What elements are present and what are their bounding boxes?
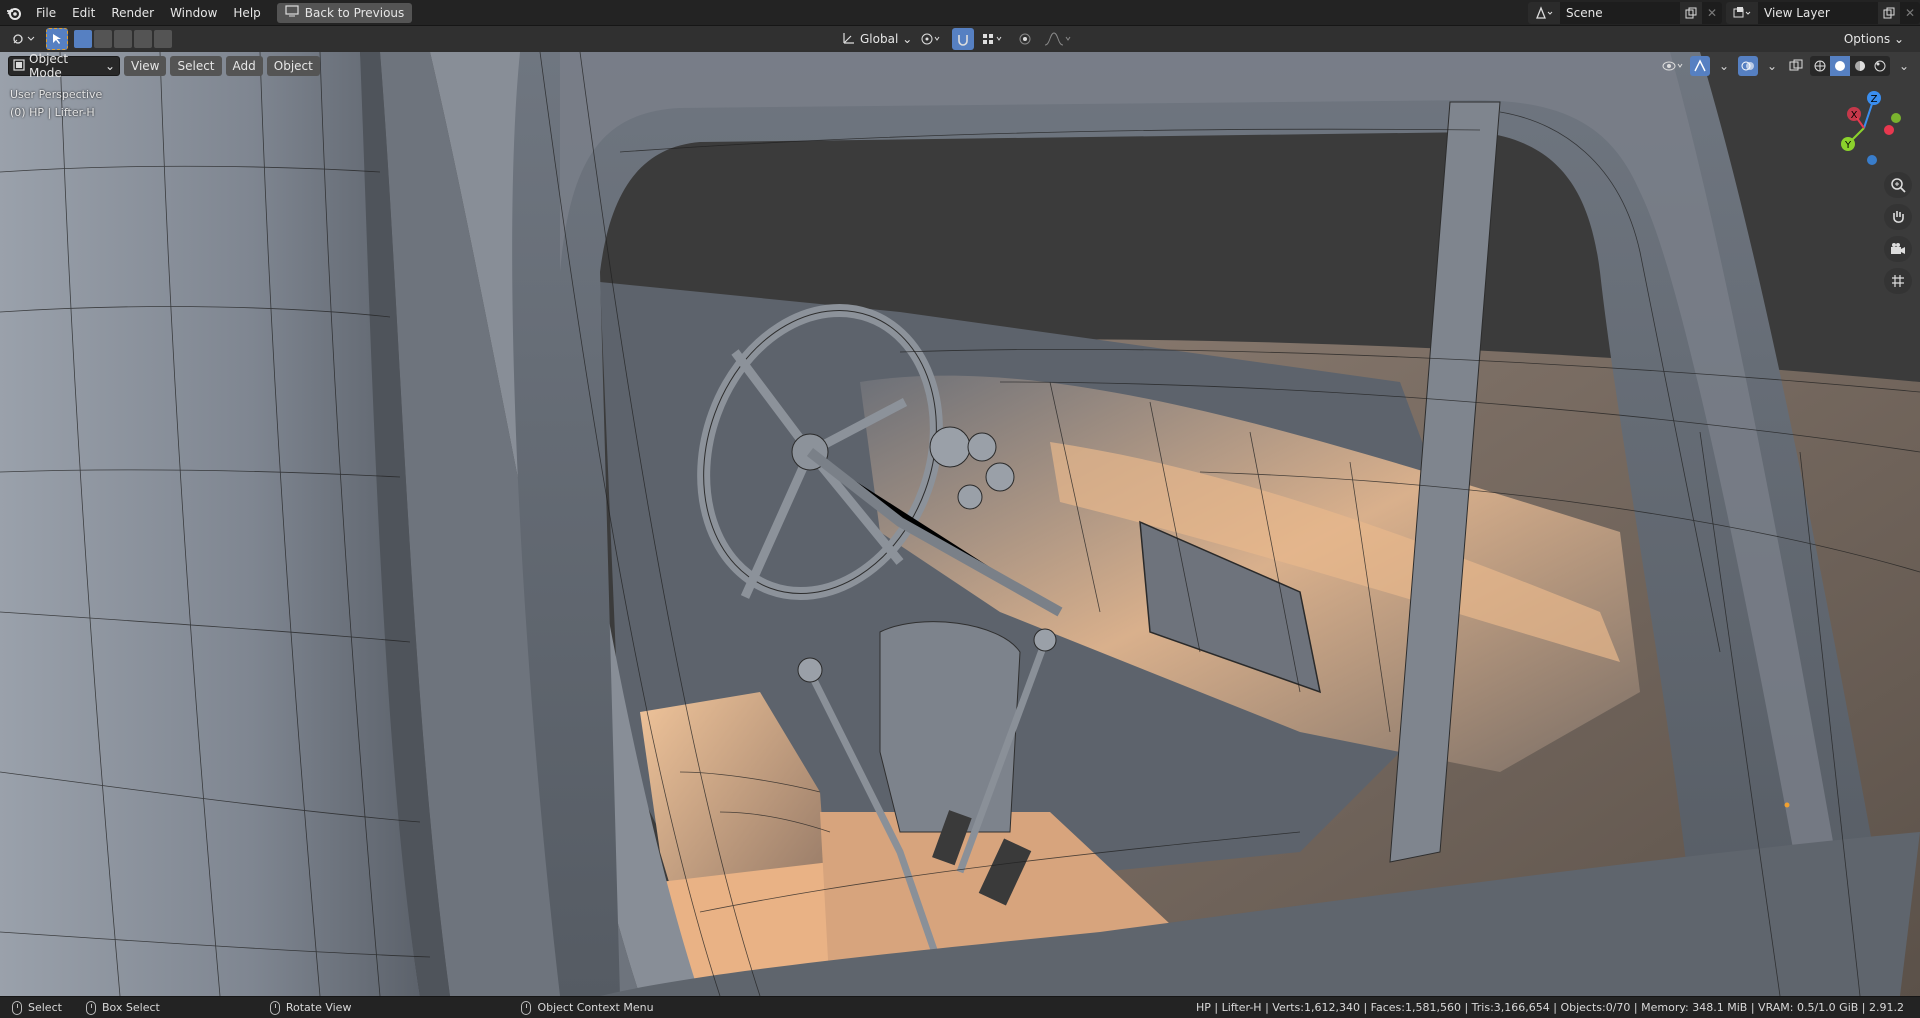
- status-context-menu-hint: Object Context Menu: [521, 1000, 654, 1015]
- snap-icon[interactable]: [952, 28, 974, 50]
- gizmo-x-label: X: [1851, 110, 1858, 121]
- gizmo-dropdown-icon[interactable]: ⌄: [1714, 56, 1734, 76]
- object-mode-label: Object Mode: [29, 52, 69, 80]
- status-box-select-hint: Box Select: [85, 1000, 160, 1015]
- visibility-icon[interactable]: [1662, 56, 1686, 76]
- gizmo-toggle-icon[interactable]: [1690, 56, 1710, 76]
- viewport-menu-select[interactable]: Select: [170, 56, 222, 76]
- viewport-header-right: ⌄ ⌄ ⌄: [1662, 56, 1914, 76]
- grid-ortho-icon[interactable]: [1884, 268, 1912, 294]
- zoom-icon[interactable]: [1884, 172, 1912, 198]
- shading-dropdown-icon[interactable]: ⌄: [1894, 56, 1914, 76]
- 3d-viewport[interactable]: Object Mode ⌄ View Select Add Object Use…: [0, 52, 1920, 996]
- hand-pan-icon[interactable]: [1884, 204, 1912, 230]
- options-dropdown[interactable]: Options ⌄: [1836, 28, 1912, 50]
- mouse-right-icon: [521, 1000, 532, 1015]
- pivot-icon[interactable]: [916, 28, 948, 50]
- select-tool-icon[interactable]: [46, 28, 68, 50]
- shading-mode-group: [1810, 56, 1890, 76]
- menu-window[interactable]: Window: [162, 2, 225, 24]
- object-mode-dropdown[interactable]: Object Mode ⌄: [8, 52, 120, 80]
- workspace-selectors: Scene ✕ View Layer ✕: [1528, 2, 1920, 24]
- solid-shading-icon[interactable]: [1830, 56, 1850, 76]
- scene-name-field[interactable]: Scene: [1560, 2, 1680, 24]
- select-new-icon[interactable]: [74, 30, 92, 48]
- view-layer-name-field[interactable]: View Layer: [1758, 2, 1878, 24]
- material-shading-icon[interactable]: [1850, 56, 1870, 76]
- gizmo-y-label: Y: [1844, 140, 1852, 151]
- select-intersect-icon[interactable]: [154, 30, 172, 48]
- overlay-icon[interactable]: [1738, 56, 1758, 76]
- transform-orientation-label: Global: [860, 32, 899, 46]
- proportional-icon[interactable]: [1014, 28, 1036, 50]
- screen-icon: [285, 5, 299, 20]
- mouse-left-icon: [12, 1000, 22, 1015]
- transform-orientation-icon: [842, 31, 856, 48]
- xray-icon[interactable]: [1786, 56, 1806, 76]
- viewport-menu-object[interactable]: Object: [266, 56, 320, 76]
- menu-render[interactable]: Render: [103, 2, 162, 24]
- viewport-header-left: Object Mode ⌄ View Select Add Object: [8, 52, 320, 80]
- falloff-icon[interactable]: [1040, 28, 1078, 50]
- status-context-menu-label: Object Context Menu: [537, 1001, 654, 1014]
- viewport-menu-add[interactable]: Add: [225, 56, 263, 76]
- mouse-middle-icon: [269, 1000, 280, 1015]
- status-rotate-view-label: Rotate View: [285, 1001, 352, 1014]
- active-object-label: (0) HP | Lifter-H: [10, 106, 95, 119]
- navigation-tools: [1884, 172, 1912, 294]
- scene-selector: Scene ✕: [1528, 2, 1722, 24]
- perspective-label: User Perspective: [10, 88, 103, 101]
- object-mode-icon: [13, 58, 25, 74]
- viewport-scene: [0, 52, 1920, 996]
- scene-statistics: HP | Lifter-H | Verts:1,612,340 | Faces:…: [1195, 1001, 1904, 1014]
- back-to-previous-button[interactable]: Back to Previous: [276, 2, 413, 23]
- select-invert-icon[interactable]: [134, 30, 152, 48]
- status-box-select-label: Box Select: [101, 1001, 160, 1014]
- mouse-drag-icon: [85, 1000, 96, 1015]
- status-select-hint: Select: [12, 1000, 62, 1015]
- status-rotate-view-hint: Rotate View: [269, 1000, 352, 1015]
- view-layer-browse-icon[interactable]: [1726, 2, 1758, 24]
- blender-logo-icon[interactable]: [0, 0, 28, 26]
- scene-browse-icon[interactable]: [1528, 2, 1560, 24]
- chevron-down-icon: ⌄: [902, 32, 913, 46]
- selection-mode-group: [74, 30, 172, 48]
- chevron-down-icon: ⌄: [104, 59, 115, 73]
- editor-type-dropdown[interactable]: [8, 28, 42, 50]
- new-scene-icon[interactable]: [1680, 2, 1702, 24]
- gizmo-z-label: Z: [1871, 94, 1878, 105]
- select-subtract-icon[interactable]: [114, 30, 132, 48]
- menu-file[interactable]: File: [28, 2, 64, 24]
- options-label: Options: [1843, 32, 1891, 46]
- status-select-label: Select: [28, 1001, 62, 1014]
- select-extend-icon[interactable]: [94, 30, 112, 48]
- back-to-previous-label: Back to Previous: [304, 5, 405, 20]
- status-bar: Select Box Select Rotate View Object Con…: [0, 996, 1920, 1018]
- delete-view-layer-icon[interactable]: ✕: [1900, 2, 1920, 24]
- overlay-dropdown-icon[interactable]: ⌄: [1762, 56, 1782, 76]
- menu-help[interactable]: Help: [225, 2, 268, 24]
- navigation-gizmo[interactable]: Z Y X: [1834, 88, 1904, 168]
- delete-scene-icon[interactable]: ✕: [1702, 2, 1722, 24]
- tool-header: Global ⌄ Options ⌄: [0, 26, 1920, 52]
- viewport-menu-view[interactable]: View: [124, 56, 167, 76]
- menu-edit[interactable]: Edit: [64, 2, 103, 24]
- view-layer-selector: View Layer ✕: [1726, 2, 1920, 24]
- top-menubar: File Edit Render Window Help Back to Pre…: [0, 0, 1920, 26]
- transform-orientation-dropdown[interactable]: Global ⌄: [836, 28, 912, 50]
- camera-icon[interactable]: [1884, 236, 1912, 262]
- snap-target-icon[interactable]: [978, 28, 1010, 50]
- transform-tools: Global ⌄: [836, 28, 1078, 50]
- rendered-shading-icon[interactable]: [1870, 56, 1890, 76]
- viewport-info-overlay: User Perspective (0) HP | Lifter-H: [10, 86, 102, 122]
- new-view-layer-icon[interactable]: [1878, 2, 1900, 24]
- wireframe-shading-icon[interactable]: [1810, 56, 1830, 76]
